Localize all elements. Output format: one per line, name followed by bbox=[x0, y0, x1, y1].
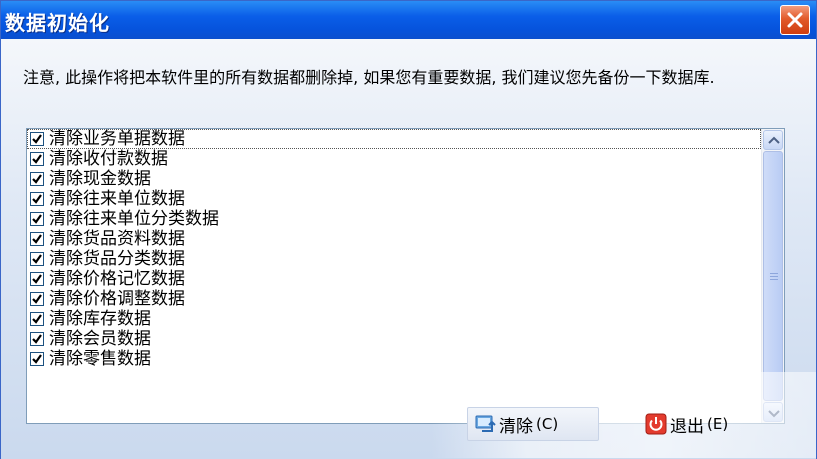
checkbox[interactable] bbox=[30, 352, 44, 366]
exit-button[interactable]: 退出 (E) bbox=[639, 407, 769, 441]
checklist-item[interactable]: 清除库存数据 bbox=[27, 309, 761, 329]
checkbox[interactable] bbox=[30, 252, 44, 266]
checkbox[interactable] bbox=[30, 212, 44, 226]
checklist-item[interactable]: 清除收付款数据 bbox=[27, 149, 761, 169]
checkbox[interactable] bbox=[30, 172, 44, 186]
checkbox[interactable] bbox=[30, 152, 44, 166]
grip-line bbox=[770, 273, 778, 274]
checkbox[interactable] bbox=[30, 232, 44, 246]
check-icon bbox=[32, 314, 42, 324]
title-bar[interactable]: 数据初始化 bbox=[1, 1, 816, 39]
checkbox[interactable] bbox=[30, 192, 44, 206]
checklist-item-label: 清除往来单位分类数据 bbox=[49, 209, 219, 229]
checkbox[interactable] bbox=[30, 312, 44, 326]
checklist-item-label: 清除价格记忆数据 bbox=[49, 269, 185, 289]
checklist-item-label: 清除业务单据数据 bbox=[49, 129, 185, 149]
checklist-item[interactable]: 清除货品分类数据 bbox=[27, 249, 761, 269]
checklist-item[interactable]: 清除货品资料数据 bbox=[27, 229, 761, 249]
check-icon bbox=[32, 214, 42, 224]
checklist-item-label: 清除零售数据 bbox=[49, 349, 151, 369]
chevron-up-icon bbox=[768, 136, 780, 144]
checkbox[interactable] bbox=[30, 272, 44, 286]
dialog-body: 注意, 此操作将把本软件里的所有数据都删除掉, 如果您有重要数据, 我们建议您先… bbox=[1, 39, 816, 459]
checkbox[interactable] bbox=[30, 332, 44, 346]
check-icon bbox=[32, 274, 42, 284]
check-icon bbox=[32, 174, 42, 184]
checklist-item[interactable]: 清除零售数据 bbox=[27, 349, 761, 369]
check-icon bbox=[32, 294, 42, 304]
checklist-item-label: 清除价格调整数据 bbox=[49, 289, 185, 309]
check-icon bbox=[32, 254, 42, 264]
checklist-item[interactable]: 清除价格调整数据 bbox=[27, 289, 761, 309]
window-title: 数据初始化 bbox=[5, 11, 110, 35]
exit-button-shortcut: (E) bbox=[707, 415, 729, 433]
check-icon bbox=[32, 194, 42, 204]
check-icon bbox=[32, 334, 42, 344]
checkbox[interactable] bbox=[30, 292, 44, 306]
dialog-window: 数据初始化 注意, 此操作将把本软件里的所有数据都删除掉, 如果您有重要数据, … bbox=[0, 0, 817, 459]
check-icon bbox=[32, 154, 42, 164]
grip-line bbox=[770, 276, 778, 277]
checklist-item[interactable]: 清除往来单位数据 bbox=[27, 189, 761, 209]
power-icon bbox=[645, 413, 667, 435]
close-icon bbox=[787, 12, 803, 28]
grip-line bbox=[770, 279, 778, 280]
checklist-item-label: 清除现金数据 bbox=[49, 169, 151, 189]
clear-button-label: 清除 bbox=[499, 416, 533, 437]
checklist-item-label: 清除往来单位数据 bbox=[49, 189, 185, 209]
clear-button[interactable]: 清除 (C) bbox=[467, 407, 599, 441]
checklist-item-label: 清除会员数据 bbox=[49, 329, 151, 349]
check-icon bbox=[32, 354, 42, 364]
close-button[interactable] bbox=[780, 5, 810, 35]
checklist-item[interactable]: 清除会员数据 bbox=[27, 329, 761, 349]
checklist-item[interactable]: 清除业务单据数据 bbox=[27, 129, 761, 149]
checklist-item[interactable]: 清除价格记忆数据 bbox=[27, 269, 761, 289]
checkbox[interactable] bbox=[30, 132, 44, 146]
checklist-item-label: 清除货品资料数据 bbox=[49, 229, 185, 249]
warning-text: 注意, 此操作将把本软件里的所有数据都删除掉, 如果您有重要数据, 我们建议您先… bbox=[23, 68, 715, 87]
checklist-item-label: 清除收付款数据 bbox=[49, 149, 168, 169]
check-icon bbox=[32, 234, 42, 244]
checklist-item-label: 清除货品分类数据 bbox=[49, 249, 185, 269]
scroll-up-button[interactable] bbox=[763, 130, 783, 150]
clear-icon bbox=[474, 413, 496, 435]
checklist-items: 清除业务单据数据 清除收付款数据 清除现金数据 清除往来单位数据 清除往来单位分类数据清… bbox=[27, 129, 761, 369]
checklist-item-label: 清除库存数据 bbox=[49, 309, 151, 329]
check-icon bbox=[32, 134, 42, 144]
scroll-thumb[interactable] bbox=[763, 151, 783, 401]
exit-button-label: 退出 bbox=[670, 416, 704, 437]
clear-button-shortcut: (C) bbox=[536, 415, 559, 433]
checklist-item[interactable]: 清除现金数据 bbox=[27, 169, 761, 189]
checklist-item[interactable]: 清除往来单位分类数据 bbox=[27, 209, 761, 229]
